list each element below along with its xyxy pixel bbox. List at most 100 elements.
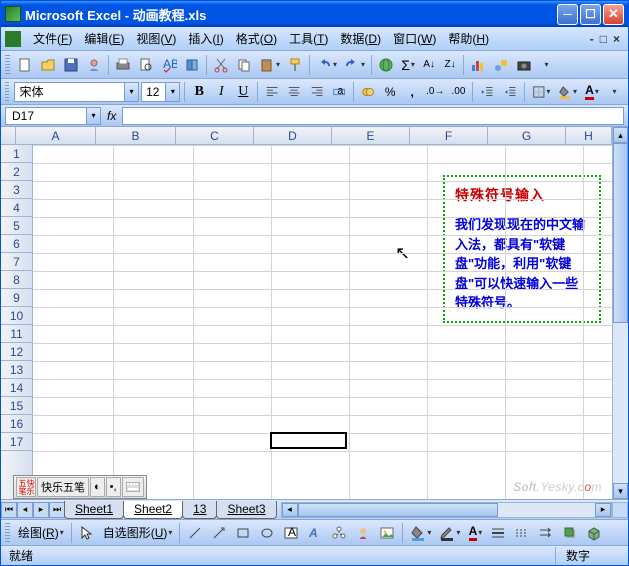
currency-button[interactable] — [358, 81, 378, 103]
font-color-button[interactable]: A▾ — [465, 522, 485, 544]
borders-button[interactable]: ▾ — [529, 81, 554, 103]
clipart-button[interactable] — [352, 522, 374, 544]
preview-button[interactable] — [135, 54, 157, 76]
toolbar-handle[interactable] — [5, 523, 10, 543]
titlebar[interactable]: Microsoft Excel - 动画教程.xls ─ ☐ ✕ — [1, 1, 628, 27]
merge-center-button[interactable]: a — [329, 81, 349, 103]
italic-button[interactable]: I — [211, 81, 231, 103]
menu-视图[interactable]: 视图(V) — [130, 30, 182, 48]
close-button[interactable]: ✕ — [603, 4, 624, 25]
comma-button[interactable]: , — [402, 81, 422, 103]
toolbar-handle[interactable] — [5, 82, 9, 102]
increase-indent-button[interactable] — [500, 81, 520, 103]
autosum-button[interactable]: Σ▾ — [398, 54, 418, 76]
cells-grid[interactable]: ↖ 特殊符号输入 我们发现现在的中文输入法，都具有"软键盘"功能，利用"软键盘"… — [33, 145, 612, 499]
column-header[interactable]: G — [488, 127, 566, 144]
cut-button[interactable] — [210, 54, 232, 76]
row-header[interactable]: 6 — [1, 235, 32, 253]
menu-编辑[interactable]: 编辑(E) — [78, 30, 130, 48]
scroll-left-button[interactable]: ◂ — [282, 503, 298, 517]
undo-button[interactable]: ▾ — [313, 54, 340, 76]
row-header[interactable]: 15 — [1, 397, 32, 415]
decrease-decimal-button[interactable]: .00 — [448, 81, 468, 103]
row-header[interactable]: 13 — [1, 361, 32, 379]
scroll-thumb[interactable] — [298, 503, 498, 517]
diagram-button[interactable] — [328, 522, 350, 544]
hyperlink-button[interactable] — [375, 54, 397, 76]
mdi-minimize-button[interactable]: - — [590, 32, 594, 46]
sort-desc-button[interactable]: Z↓ — [440, 54, 460, 76]
camera-button[interactable] — [513, 54, 535, 76]
new-button[interactable] — [14, 54, 36, 76]
row-header[interactable]: 12 — [1, 343, 32, 361]
row-header[interactable]: 14 — [1, 379, 32, 397]
autoshapes-button[interactable]: 自选图形(U)▾ — [100, 522, 176, 544]
chart-button[interactable] — [467, 54, 489, 76]
font-color-button[interactable]: A▾ — [582, 81, 602, 103]
ime-punct-button[interactable]: •, — [106, 477, 121, 497]
align-center-button[interactable] — [284, 81, 304, 103]
row-header[interactable]: 16 — [1, 415, 32, 433]
increase-decimal-button[interactable]: .0→ — [424, 81, 446, 103]
row-header[interactable]: 11 — [1, 325, 32, 343]
row-header[interactable]: 3 — [1, 181, 32, 199]
row-header[interactable]: 17 — [1, 433, 32, 451]
row-header[interactable]: 4 — [1, 199, 32, 217]
tab-first-button[interactable]: ⏮ — [1, 502, 17, 518]
minimize-button[interactable]: ─ — [557, 4, 578, 25]
fill-color-button[interactable]: ▾ — [555, 81, 580, 103]
scroll-down-button[interactable]: ▾ — [613, 483, 628, 499]
permission-button[interactable] — [83, 54, 105, 76]
format-painter-button[interactable] — [284, 54, 306, 76]
sheet-tab[interactable]: Sheet3 — [216, 501, 276, 519]
toolbar-options-button[interactable]: ▾ — [604, 81, 624, 103]
align-left-button[interactable] — [262, 81, 282, 103]
research-button[interactable] — [181, 54, 203, 76]
drawing-toggle-button[interactable] — [490, 54, 512, 76]
line-color-button[interactable]: ▾ — [436, 522, 463, 544]
column-header[interactable]: B — [96, 127, 176, 144]
menu-文件[interactable]: 文件(F) — [27, 30, 78, 48]
row-header[interactable]: 8 — [1, 271, 32, 289]
3d-button[interactable] — [583, 522, 605, 544]
arrow-button[interactable] — [208, 522, 230, 544]
line-button[interactable] — [184, 522, 206, 544]
tab-prev-button[interactable]: ◂ — [17, 502, 33, 518]
menu-格式[interactable]: 格式(O) — [230, 30, 283, 48]
column-header[interactable]: C — [176, 127, 254, 144]
select-objects-button[interactable] — [76, 522, 98, 544]
chevron-down-icon[interactable]: ▾ — [165, 83, 179, 101]
row-header[interactable]: 2 — [1, 163, 32, 181]
decrease-indent-button[interactable] — [477, 81, 497, 103]
oval-button[interactable] — [256, 522, 278, 544]
dash-style-button[interactable] — [511, 522, 533, 544]
tab-next-button[interactable]: ▸ — [33, 502, 49, 518]
column-header[interactable]: F — [410, 127, 488, 144]
bold-button[interactable]: B — [189, 81, 209, 103]
spelling-button[interactable]: ABC — [158, 54, 180, 76]
mdi-close-button[interactable]: × — [613, 32, 620, 46]
insert-picture-button[interactable] — [376, 522, 398, 544]
maximize-button[interactable]: ☐ — [580, 4, 601, 25]
ime-softkbd-button[interactable] — [122, 477, 144, 497]
save-button[interactable] — [60, 54, 82, 76]
menu-插入[interactable]: 插入(I) — [182, 30, 229, 48]
textbox-button[interactable]: A — [280, 522, 302, 544]
redo-button[interactable]: ▾ — [341, 54, 368, 76]
shadow-button[interactable] — [559, 522, 581, 544]
sort-asc-button[interactable]: A↓ — [419, 54, 439, 76]
row-header[interactable]: 10 — [1, 307, 32, 325]
align-right-button[interactable] — [307, 81, 327, 103]
menu-工具[interactable]: 工具(T) — [283, 30, 334, 48]
draw-menu-button[interactable]: 绘图(R)▾ — [15, 522, 67, 544]
row-header[interactable]: 5 — [1, 217, 32, 235]
chevron-down-icon[interactable]: ▾ — [124, 83, 138, 101]
row-header[interactable]: 9 — [1, 289, 32, 307]
fx-button[interactable]: fx — [107, 109, 116, 123]
font-combo[interactable]: 宋体 ▾ — [14, 82, 139, 102]
column-header[interactable]: E — [332, 127, 410, 144]
name-box[interactable]: D17 ▾ — [5, 107, 101, 125]
sheet-tab[interactable]: Sheet1 — [64, 501, 124, 519]
ime-toggle-button[interactable]: 快乐五笔 — [16, 477, 36, 497]
open-button[interactable] — [37, 54, 59, 76]
